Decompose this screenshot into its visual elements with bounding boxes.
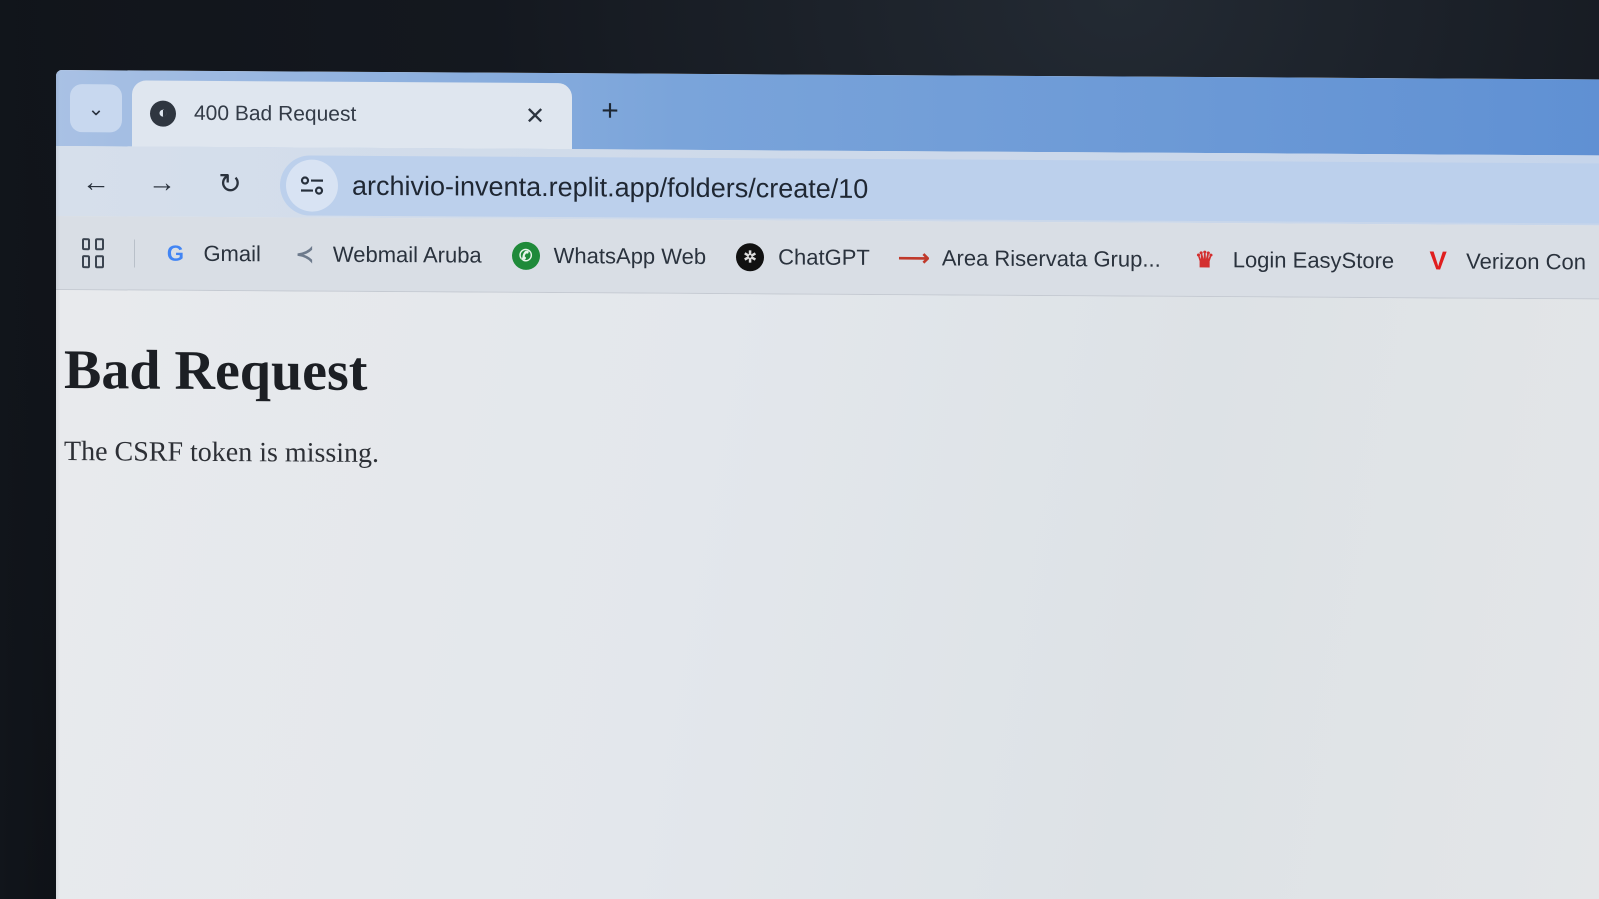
bookmark-label: Webmail Aruba: [332, 241, 482, 268]
forward-button[interactable]: →: [142, 163, 182, 203]
area-riservata-icon: ⟶: [898, 244, 930, 270]
bookmarks-divider: [133, 238, 136, 267]
back-button[interactable]: ←: [76, 162, 116, 202]
page-title: Bad Request: [64, 339, 368, 403]
whatsapp-icon: ✆: [511, 241, 540, 270]
arrow-left-icon: ←: [82, 166, 110, 198]
bookmarks-bar: G Gmail ≺ Webmail Aruba ✆ WhatsApp Web ✲…: [56, 216, 1599, 300]
close-icon[interactable]: ✕: [520, 101, 550, 131]
chevron-down-icon: ⌄: [87, 97, 105, 120]
bezel-shadow: [0, 0, 60, 899]
reload-icon: ↻: [218, 167, 242, 199]
address-bar[interactable]: archivio-inventa.replit.app/folders/crea…: [280, 155, 1599, 224]
toolbar: ← → ↻ archivio-inventa.replit.app/folder…: [56, 146, 1599, 226]
bookmark-label: Gmail: [203, 240, 261, 266]
bookmark-label: Login EasyStore: [1232, 246, 1395, 273]
globe-icon: ◐: [150, 100, 176, 127]
reload-button[interactable]: ↻: [210, 163, 250, 203]
easystore-icon: ♛: [1194, 246, 1215, 272]
aruba-icon: ≺: [295, 240, 315, 267]
page-content: Bad Request The CSRF token is missing.: [56, 290, 1599, 899]
plus-icon: +: [601, 94, 619, 128]
tab-active[interactable]: ◐ 400 Bad Request ✕: [132, 80, 572, 150]
bookmark-webmail-aruba[interactable]: ≺ Webmail Aruba: [291, 240, 482, 269]
tab-search-button[interactable]: ⌄: [70, 84, 122, 133]
apps-icon[interactable]: [82, 237, 104, 268]
url-text: archivio-inventa.replit.app/folders/crea…: [352, 170, 869, 204]
bookmark-whatsapp-web[interactable]: ✆ WhatsApp Web: [511, 241, 707, 270]
arrow-right-icon: →: [148, 166, 176, 198]
bookmark-verizon[interactable]: V Verizon Con: [1424, 245, 1586, 276]
browser-window: ⌄ ◐ 400 Bad Request ✕ + ← → ↻ archivio-i…: [56, 70, 1599, 899]
bookmark-chatgpt[interactable]: ✲ ChatGPT: [736, 242, 870, 272]
bookmark-gmail[interactable]: G Gmail: [161, 239, 261, 268]
bookmark-label: ChatGPT: [778, 243, 870, 270]
bookmark-label: Verizon Con: [1466, 248, 1586, 274]
tune-icon: [300, 176, 324, 195]
bookmark-area-riservata[interactable]: ⟶ Area Riservata Grup...: [898, 244, 1161, 274]
verizon-icon: V: [1429, 245, 1447, 276]
new-tab-button[interactable]: +: [592, 93, 628, 129]
openai-icon: ✲: [736, 242, 765, 271]
site-info-button[interactable]: [286, 159, 338, 212]
error-message: The CSRF token is missing.: [64, 436, 380, 469]
bookmark-login-easystore[interactable]: ♛ Login EasyStore: [1191, 245, 1394, 274]
google-icon: G: [166, 240, 184, 266]
tab-strip: ⌄ ◐ 400 Bad Request ✕ +: [56, 70, 1599, 156]
bookmark-label: Area Riservata Grup...: [941, 244, 1161, 272]
bookmark-label: WhatsApp Web: [553, 242, 707, 269]
tab-title: 400 Bad Request: [194, 101, 357, 126]
